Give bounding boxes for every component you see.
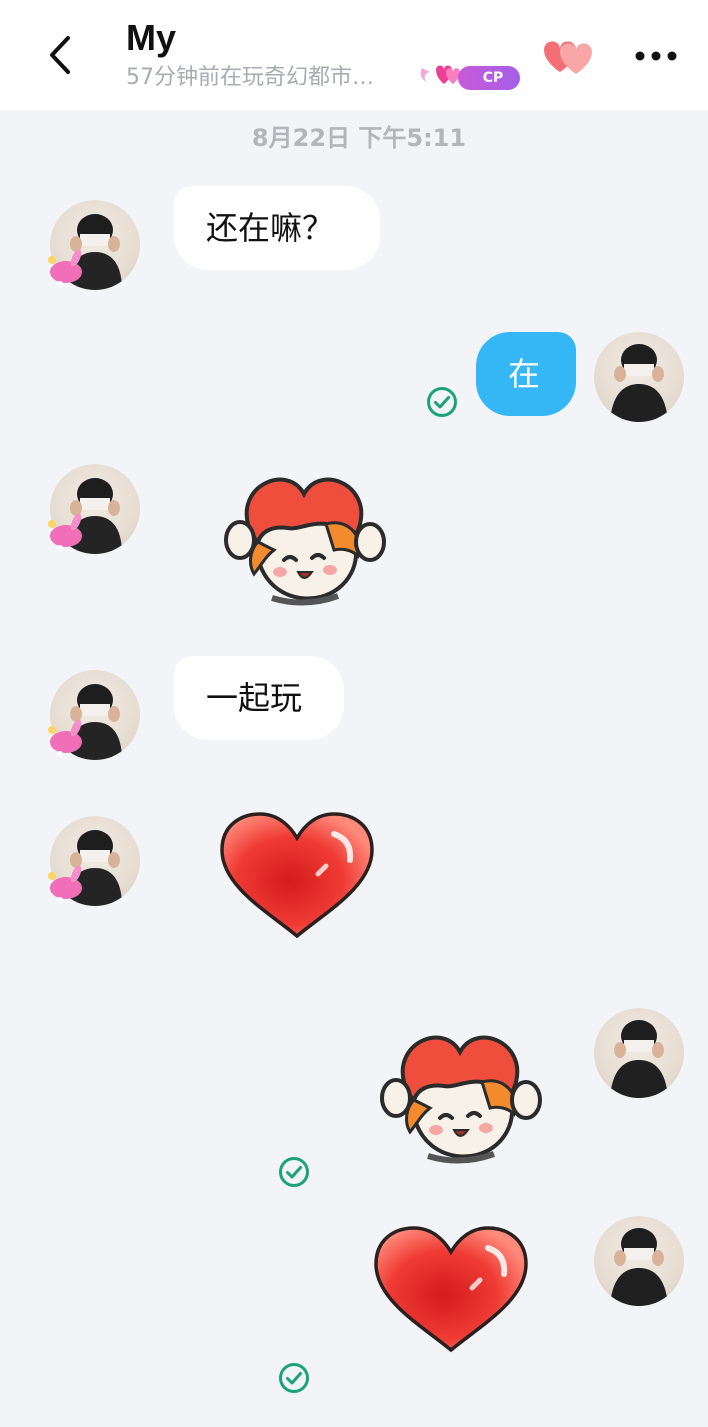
red-heart-sticker[interactable] [372, 1226, 530, 1356]
chevron-left-icon [50, 36, 70, 74]
my-avatar[interactable] [594, 332, 684, 422]
read-check-icon [427, 387, 457, 417]
read-check-icon [279, 1157, 309, 1187]
person-photo [610, 344, 668, 422]
cp-label: CP [458, 66, 520, 90]
person-photo [610, 1228, 668, 1306]
red-heart-sticker[interactable] [218, 812, 376, 942]
message-bubble-incoming[interactable]: 一起玩 [174, 656, 344, 740]
read-check-icon [279, 1363, 309, 1393]
more-dots-icon [635, 51, 677, 61]
pink-bunny-decoration [48, 249, 82, 287]
person-photo [610, 1020, 668, 1098]
my-avatar[interactable] [594, 1216, 684, 1306]
heart-girl-sticker[interactable] [374, 1022, 546, 1164]
contact-name[interactable]: My [126, 16, 176, 60]
heart-girl-sticker[interactable] [218, 464, 390, 606]
pink-bunny-decoration [48, 865, 82, 903]
message-bubble-outgoing[interactable]: 在 [476, 332, 576, 416]
back-button[interactable] [36, 30, 86, 80]
intimacy-button[interactable] [540, 34, 596, 78]
chat-header: My 57分钟前在玩奇幻都市… CP [0, 0, 708, 110]
pink-bunny-decoration [48, 719, 82, 757]
more-options-button[interactable] [630, 36, 682, 76]
contact-status: 57分钟前在玩奇幻都市… [126, 65, 374, 90]
cp-badge[interactable]: CP [416, 58, 524, 94]
message-bubble-incoming[interactable]: 还在嘛？ [174, 186, 380, 270]
message-timestamp: 8月22日 下午5:11 [251, 124, 467, 152]
my-avatar[interactable] [594, 1008, 684, 1098]
double-heart-icon [544, 41, 592, 74]
pink-bunny-decoration [48, 513, 82, 551]
